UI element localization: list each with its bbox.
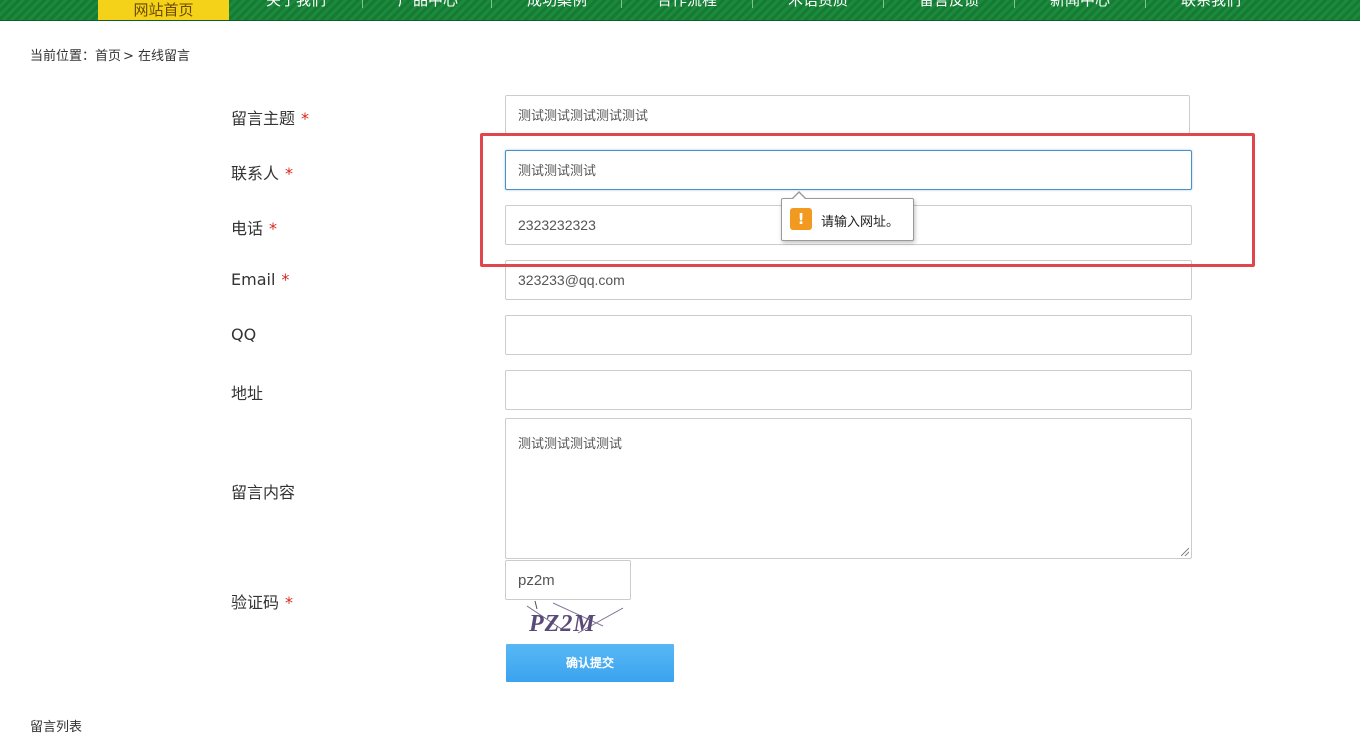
breadcrumb: 当前位置：首页 > 在线留言 [30, 45, 190, 64]
captcha-text: PZ2M [528, 611, 596, 636]
address-input[interactable] [505, 370, 1192, 410]
nav-item-home[interactable]: 网站首页 [98, 0, 229, 20]
nav-item-contact[interactable]: 联系我们 [1147, 0, 1275, 18]
nav-separator [752, 0, 753, 8]
content-label: 留言内容 [231, 483, 296, 502]
breadcrumb-home-link[interactable]: 首页 [95, 49, 121, 64]
submit-button[interactable]: 确认提交 [506, 644, 674, 682]
nav-separator [621, 0, 622, 8]
nav-item-about[interactable]: 关于我们 [232, 0, 360, 18]
warning-icon: ! [790, 208, 812, 230]
required-mark: * [269, 219, 278, 238]
nav-separator [491, 0, 492, 8]
required-mark: * [285, 164, 294, 183]
qq-input[interactable] [505, 315, 1192, 355]
captcha-image[interactable]: PZ2M [523, 600, 628, 636]
nav-item-cases[interactable]: 成功案例 [493, 0, 621, 18]
nav-separator [1145, 0, 1146, 8]
subject-input[interactable]: 测试测试测试测试测试 [505, 95, 1190, 134]
resize-grip-icon[interactable] [1181, 548, 1189, 556]
breadcrumb-arrow: > [123, 49, 134, 64]
breadcrumb-current: 在线留言 [137, 49, 190, 64]
qq-label: QQ [231, 325, 257, 344]
validation-tooltip: ! 请输入网址。 [781, 191, 914, 241]
subject-label: 留言主题 * [231, 109, 310, 128]
nav-separator [883, 0, 884, 8]
top-navigation: 网站首页 关于我们 产品中心 成功案例 合作流程 术语资质 留言反馈 新闻中心 … [0, 0, 1360, 21]
email-label: Email * [231, 270, 290, 289]
required-mark: * [285, 593, 294, 612]
phone-label: 电话 * [231, 219, 278, 238]
nav-item-feedback[interactable]: 留言反馈 [885, 0, 1013, 18]
captcha-label: 验证码 * [231, 593, 294, 612]
nav-item-news[interactable]: 新闻中心 [1016, 0, 1144, 18]
breadcrumb-prefix: 当前位置： [30, 49, 96, 64]
required-mark: * [301, 109, 310, 128]
nav-separator [362, 0, 363, 8]
message-list-title: 留言列表 [30, 720, 83, 735]
captcha-input[interactable]: pz2m [505, 560, 631, 600]
content-textarea[interactable]: 测试测试测试测试 [505, 418, 1192, 559]
required-mark: * [281, 270, 290, 289]
nav-item-qualification[interactable]: 术语资质 [754, 0, 882, 18]
nav-item-process[interactable]: 合作流程 [623, 0, 751, 18]
nav-separator [1014, 0, 1015, 8]
validation-message: 请输入网址。 [821, 215, 900, 230]
nav-item-products[interactable]: 产品中心 [364, 0, 492, 18]
content-text: 测试测试测试测试 [518, 437, 623, 452]
contact-label: 联系人 * [231, 164, 294, 183]
address-label: 地址 [231, 384, 264, 403]
